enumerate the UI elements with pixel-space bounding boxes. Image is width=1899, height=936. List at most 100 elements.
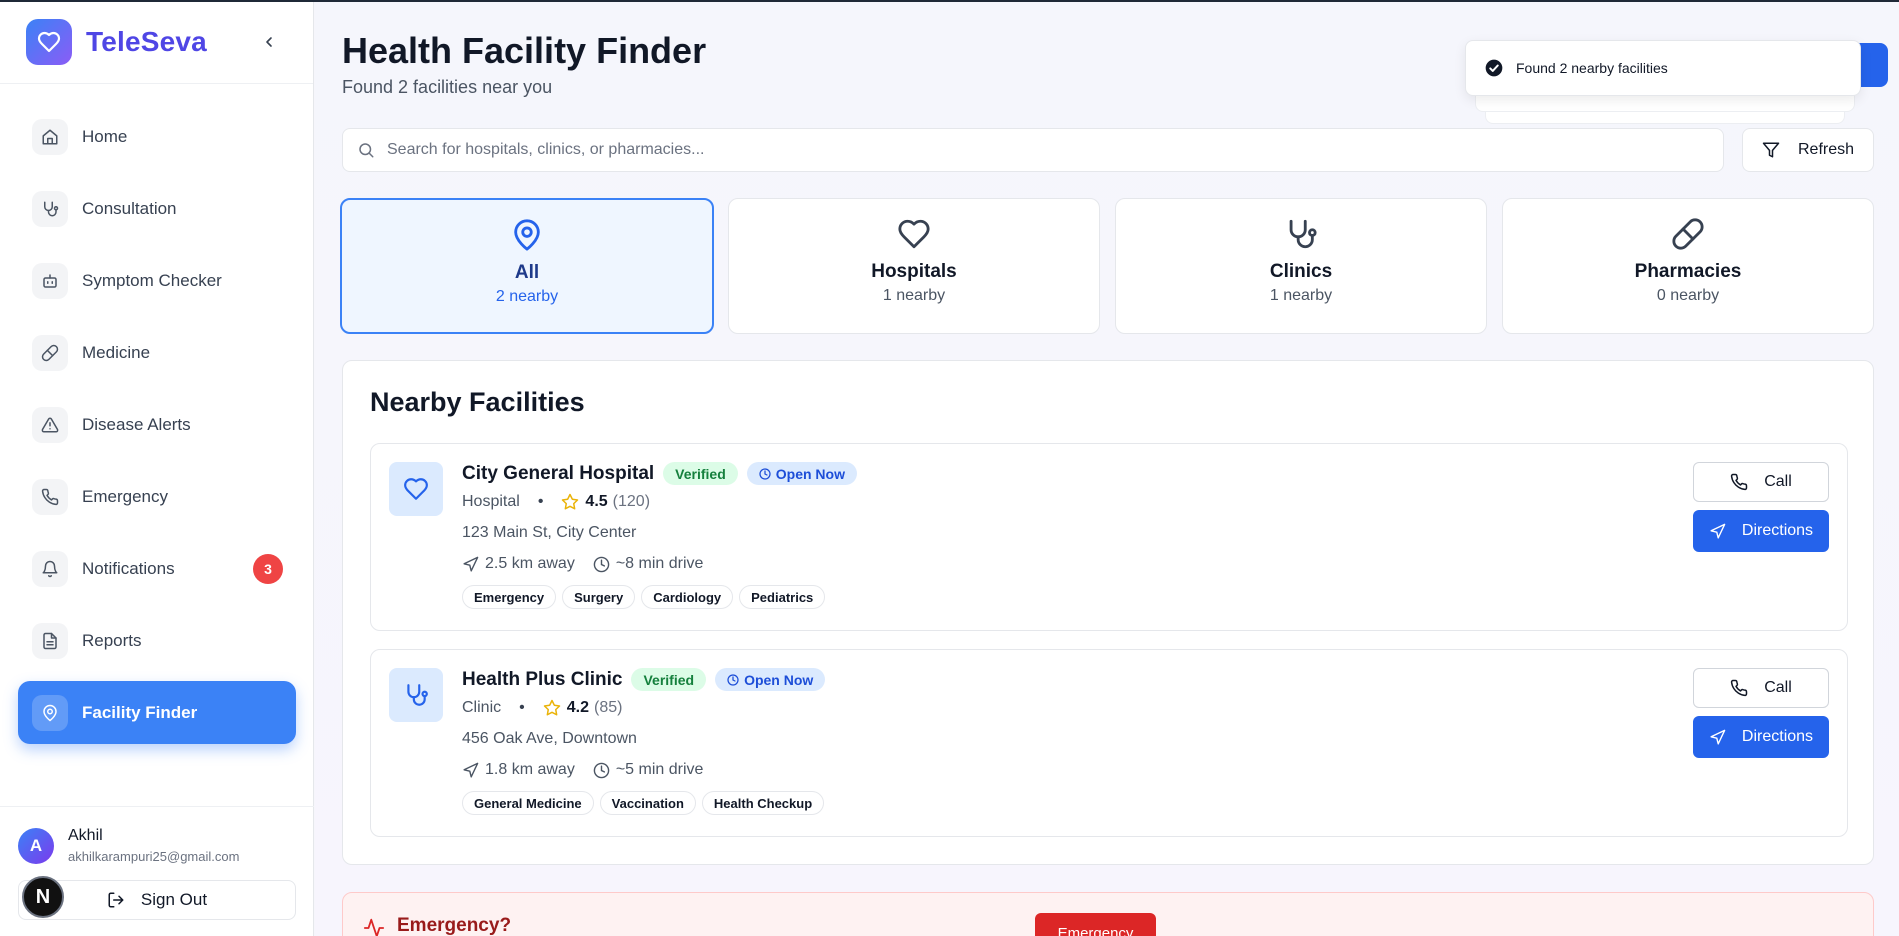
emergency-title: Emergency? [397,915,512,936]
facility-type: Clinic [462,699,502,716]
refresh-button[interactable]: Refresh [1742,128,1874,172]
collapse-sidebar-button[interactable] [258,28,280,56]
page-subtitle: Found 2 facilities near you [342,77,553,97]
facility-distance: 2.5 km away [485,555,575,572]
category-pharmacies[interactable]: Pharmacies 0 nearby [1502,198,1874,334]
clock-icon [727,673,739,686]
clock-icon [593,762,610,778]
sidebar-item-notifications[interactable]: Notifications 3 [18,537,296,600]
phone-icon [1731,473,1748,491]
service-tag: Emergency [462,585,557,609]
sidebar-item-reports[interactable]: Reports [18,609,296,672]
call-label: Call [1764,679,1792,696]
pill-icon [32,334,68,371]
home-icon [32,118,68,155]
sidebar-item-medicine[interactable]: Medicine [18,321,296,384]
pill-icon [1672,218,1704,250]
open-status-badge: Open Now [715,668,826,691]
service-tag: Pediatrics [739,585,826,609]
map-pin-icon [514,219,540,251]
category-hospitals[interactable]: Hospitals 1 nearby [728,198,1100,334]
facility-drive-time: ~5 min drive [615,761,704,778]
directions-label: Directions [1741,728,1814,745]
bot-icon [32,262,68,299]
sidebar-item-label: Medicine [82,342,151,362]
stethoscope-icon [389,668,443,722]
facility-distance: 1.8 km away [485,761,575,778]
avatar: A [18,827,54,864]
sidebar-item-emergency[interactable]: Emergency [18,465,296,528]
facility-rating: 4.2 [566,699,589,716]
bell-icon [32,550,68,587]
user-email: akhilkarampuri25@gmail.com [68,849,240,864]
separator-dot: • [537,493,544,510]
category-count: 1 nearby [882,287,946,304]
user-profile[interactable]: A Akhil akhilkarampuri25@gmail.com [18,827,239,864]
emergency-banner: Emergency? Emergency [342,892,1874,936]
service-tag: Health Checkup [701,791,825,815]
open-status-label: Open Now [775,465,845,482]
navigation-icon [463,556,479,572]
category-filters: All 2 nearby Hospitals 1 nearby Clinics … [340,198,1874,334]
sidebar-item-facility-finder[interactable]: Facility Finder [18,681,296,744]
category-name: All [514,262,540,283]
sidebar-item-label: Facility Finder [82,702,198,722]
notification-count-badge: 3 [253,553,283,584]
emergency-button[interactable]: Emergency [1035,913,1156,936]
window-top-border [0,0,1899,2]
navigation-icon [463,762,479,778]
page-title: Health Facility Finder [342,30,707,71]
section-title: Nearby Facilities [370,387,585,417]
sidebar-item-home[interactable]: Home [18,105,296,168]
service-tag: Surgery [562,585,636,609]
search-input[interactable] [387,141,1687,159]
user-name: Akhil [68,827,103,844]
directions-button[interactable]: Directions [1693,510,1829,552]
facility-rating: 4.5 [585,493,608,510]
sidebar-item-consultation[interactable]: Consultation [18,177,296,240]
alert-triangle-icon [32,406,68,443]
toast-message: Found 2 nearby facilities [1516,60,1668,76]
call-button[interactable]: Call [1693,462,1829,502]
facility-services: Emergency Surgery Cardiology Pediatrics [462,585,857,609]
category-clinics[interactable]: Clinics 1 nearby [1115,198,1487,334]
stethoscope-icon [1289,219,1317,249]
main-content: Health Facility Finder Found 2 facilitie… [315,0,1899,936]
clock-icon [759,467,771,480]
navigation-icon [1710,523,1726,539]
search-icon [359,143,374,158]
sidebar-item-label: Notifications [82,558,175,578]
category-count: 2 nearby [495,288,559,305]
sidebar-item-label: Consultation [82,198,177,218]
sidebar-item-label: Emergency [82,486,168,506]
category-count: 1 nearby [1269,287,1333,304]
service-tag: Cardiology [641,585,734,609]
category-name: Clinics [1269,261,1333,282]
facility-address: 123 Main St, City Center [462,524,637,541]
facility-card[interactable]: Health Plus Clinic Verified Open Now Cli… [370,649,1848,837]
toast-notification[interactable]: Found 2 nearby facilities [1465,40,1861,96]
facility-type: Hospital [462,493,520,510]
separator-dot: • [519,699,525,716]
phone-icon [32,478,68,515]
heart-icon [389,462,443,516]
verified-badge: Verified [663,462,738,485]
facility-name: City General Hospital [462,462,655,484]
facility-review-count: (85) [593,699,623,716]
chevron-left-icon [266,37,272,47]
call-button[interactable]: Call [1693,668,1829,708]
star-icon [543,699,560,716]
filter-icon [1762,142,1780,158]
directions-button[interactable]: Directions [1693,716,1829,758]
service-tag: General Medicine [462,791,594,815]
category-all[interactable]: All 2 nearby [340,198,714,334]
verified-badge: Verified [631,668,707,691]
phone-icon [1731,679,1748,697]
sidebar-item-symptom-checker[interactable]: Symptom Checker [18,249,296,312]
search-bar [342,128,1724,172]
dev-tools-badge[interactable]: N [22,876,64,918]
sidebar-item-disease-alerts[interactable]: Disease Alerts [18,393,296,456]
facility-drive-time: ~8 min drive [615,555,704,572]
facility-card[interactable]: City General Hospital Verified Open Now … [370,443,1848,631]
app-name: TeleSeva [86,25,207,57]
